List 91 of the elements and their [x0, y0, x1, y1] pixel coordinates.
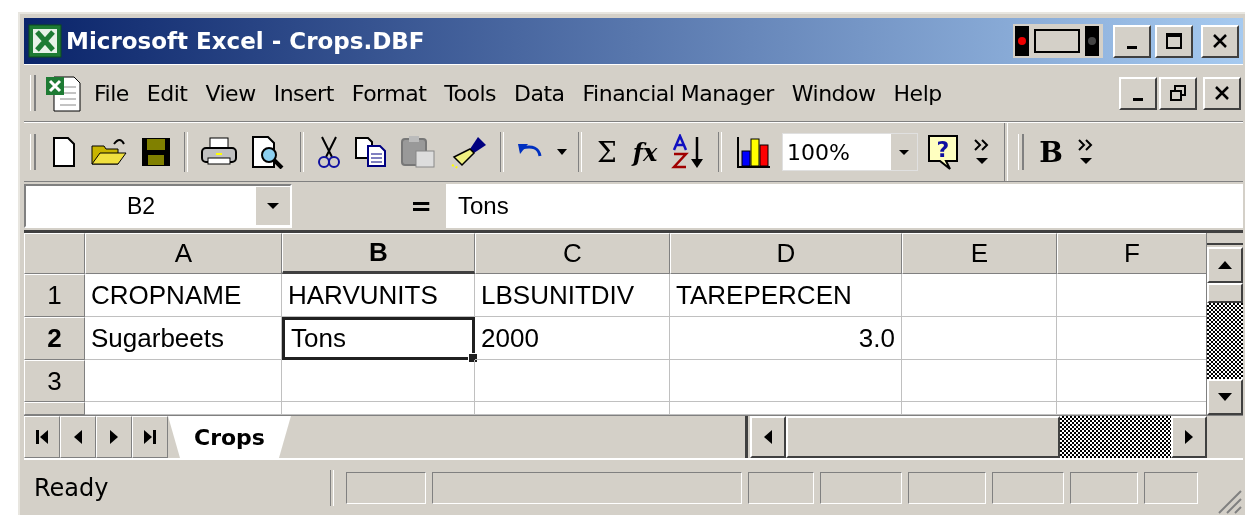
skip-left-icon	[35, 429, 49, 445]
scroll-thumb[interactable]	[786, 416, 1060, 458]
sheet-tab[interactable]: Crops	[168, 416, 291, 458]
status-panel	[992, 471, 1064, 504]
row-header[interactable]: 1	[24, 274, 85, 317]
column-header[interactable]: D	[670, 233, 902, 274]
grip-handle[interactable]	[30, 134, 36, 170]
menu-item[interactable]: Data	[506, 76, 573, 110]
table-cell[interactable]: 2000	[475, 317, 670, 360]
table-cell[interactable]: 3.0	[670, 317, 902, 360]
bold-button[interactable]: B	[1034, 130, 1068, 174]
close-button[interactable]	[1203, 76, 1241, 110]
autosum-button[interactable]: Σ	[590, 130, 624, 174]
minimize-button[interactable]	[1119, 76, 1157, 110]
table-cell[interactable]: HARVUNITS	[282, 274, 475, 317]
table-cell[interactable]	[670, 360, 902, 402]
maximize-button[interactable]	[1155, 24, 1193, 58]
table-cell[interactable]: TAREPERCEN	[670, 274, 902, 317]
table-cell[interactable]	[282, 360, 475, 402]
table-cell[interactable]	[85, 360, 282, 402]
table-cell[interactable]	[475, 402, 670, 415]
table-cell[interactable]	[282, 402, 475, 415]
status-panel	[1144, 471, 1198, 504]
vertical-scrollbar[interactable]	[1206, 233, 1243, 415]
table-cell[interactable]: Tons	[282, 317, 475, 360]
menu-item[interactable]: Help	[885, 76, 950, 110]
menu-item[interactable]: Window	[783, 76, 884, 110]
table-cell[interactable]	[670, 402, 902, 415]
menu-item[interactable]: Tools	[436, 76, 504, 110]
minimize-button[interactable]	[1113, 24, 1151, 58]
dropdown-caret-icon[interactable]	[891, 134, 917, 170]
grip-handle[interactable]	[1018, 134, 1024, 170]
scroll-right-icon[interactable]	[1184, 429, 1194, 445]
table-cell[interactable]	[902, 317, 1057, 360]
table-cell[interactable]	[902, 274, 1057, 317]
column-header[interactable]: A	[85, 233, 282, 274]
window-title: Microsoft Excel - Crops.DBF	[66, 28, 425, 54]
table-cell[interactable]	[902, 402, 1057, 415]
column-header[interactable]: E	[902, 233, 1057, 274]
menu-item[interactable]: File	[86, 76, 137, 110]
table-cell[interactable]: Sugarbeets	[85, 317, 282, 360]
row-header[interactable]: 2	[24, 317, 85, 360]
zoom-dropdown[interactable]: 100%	[782, 133, 918, 171]
row-header[interactable]: 3	[24, 360, 85, 402]
table-cell[interactable]	[475, 360, 670, 402]
column-header[interactable]: C	[475, 233, 670, 274]
table-cell[interactable]	[85, 402, 282, 415]
minimize-icon	[1133, 97, 1143, 101]
close-button[interactable]	[1201, 24, 1239, 58]
table-cell[interactable]: CROPNAME	[85, 274, 282, 317]
menu-item[interactable]: Financial Manager	[574, 76, 782, 110]
skip-right-icon	[143, 429, 157, 445]
status-panel	[1070, 471, 1138, 504]
scroll-down-icon[interactable]	[1217, 392, 1233, 402]
name-box[interactable]: B2	[24, 184, 292, 228]
left-arrow-icon	[73, 429, 83, 445]
table-cell[interactable]: LBSUNITDIV	[475, 274, 670, 317]
first-sheet-button[interactable]	[24, 416, 60, 458]
column-header[interactable]: B	[282, 233, 475, 274]
scroll-left-icon[interactable]	[763, 429, 773, 445]
close-icon	[1211, 32, 1229, 50]
select-all-corner[interactable]	[24, 233, 85, 274]
table-cell[interactable]	[902, 360, 1057, 402]
function-button[interactable]: fx	[628, 130, 662, 174]
status-panel	[748, 471, 814, 504]
spreadsheet-logo-icon	[28, 24, 62, 58]
scroll-up-icon[interactable]	[1217, 260, 1233, 270]
scroll-thumb[interactable]	[1207, 283, 1243, 303]
row-header[interactable]	[24, 402, 85, 415]
minimize-icon	[1127, 45, 1137, 49]
workbook-icon[interactable]	[44, 73, 84, 113]
menu-item[interactable]: Format	[343, 76, 435, 110]
close-icon	[1213, 84, 1231, 102]
next-sheet-button[interactable]	[96, 416, 132, 458]
maximize-icon	[1165, 32, 1183, 50]
last-sheet-button[interactable]	[132, 416, 168, 458]
previous-sheet-button[interactable]	[60, 416, 96, 458]
restore-icon	[1169, 84, 1187, 102]
status-text: Ready	[33, 473, 110, 502]
fill-handle[interactable]	[468, 353, 478, 363]
restore-button[interactable]	[1159, 76, 1197, 110]
menu-item[interactable]: Edit	[138, 76, 196, 110]
formula-field[interactable]: Tons	[446, 184, 1243, 228]
menu-item[interactable]: View	[197, 76, 264, 110]
dropdown-caret-icon[interactable]	[256, 187, 290, 225]
menu-item[interactable]: Insert	[265, 76, 342, 110]
column-header[interactable]: F	[1057, 233, 1206, 274]
toggle-widget-icon[interactable]	[1013, 24, 1103, 58]
equals-sign[interactable]: =	[410, 191, 432, 221]
grip-handle[interactable]	[30, 75, 36, 111]
right-arrow-icon	[109, 429, 119, 445]
